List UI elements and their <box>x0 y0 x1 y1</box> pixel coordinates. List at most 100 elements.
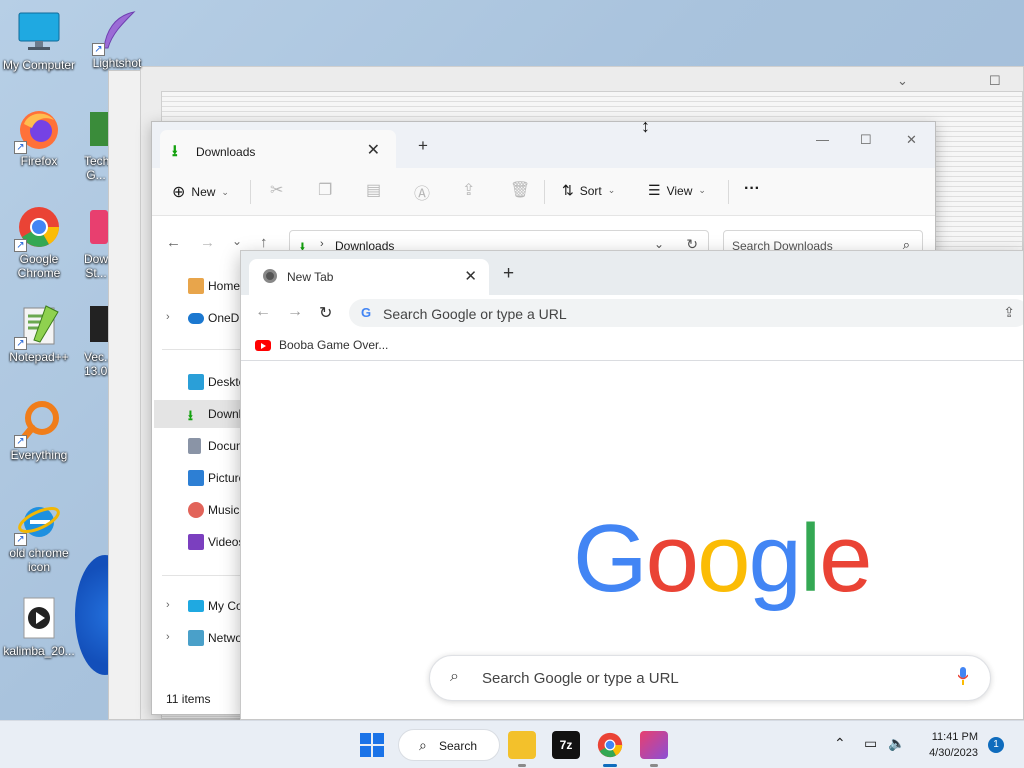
app-icon <box>84 302 108 348</box>
new-tab-button[interactable]: + <box>503 263 514 285</box>
item-count: 11 items <box>166 692 211 706</box>
desktop-icon-vector[interactable]: Vec... 13.0... <box>84 302 108 378</box>
cut-icon[interactable]: ✂ <box>270 180 283 200</box>
back-arrow-icon[interactable]: ← <box>166 234 181 251</box>
shortcut-arrow-icon: ↗ <box>92 43 105 56</box>
breadcrumb-chevron-icon[interactable]: › <box>320 238 324 250</box>
google-g-icon: G <box>361 305 372 320</box>
nav-item-videos[interactable]: Videos <box>154 528 246 556</box>
start-button[interactable] <box>360 733 384 757</box>
internet-explorer-icon: ↗ <box>14 498 62 546</box>
chrome-window[interactable]: New Tab ✕ + ← → ↻ G Search Google or typ… <box>240 250 1024 720</box>
back-arrow-icon[interactable]: ← <box>255 303 271 321</box>
tab-new-tab[interactable]: New Tab ✕ <box>249 259 489 295</box>
taskbar-file-explorer[interactable] <box>508 731 536 767</box>
desktop-icon-label: My Computer <box>2 58 76 72</box>
running-indicator <box>518 764 526 767</box>
desktop-icon-techpowerup[interactable]: TechPow... G... <box>84 106 108 182</box>
forward-arrow-icon[interactable]: → <box>287 303 303 321</box>
network-icon[interactable]: ▭ <box>864 735 877 752</box>
explorer-titlebar[interactable]: ⭳ Downloads ✕ + — ☐ ✕ <box>152 122 935 168</box>
chrome-icon: ↗ <box>14 204 62 252</box>
omnibox[interactable]: G Search Google or type a URL <box>349 299 1023 327</box>
copy-icon[interactable]: ❐ <box>318 180 332 200</box>
volume-icon[interactable]: 🔈 <box>888 735 905 752</box>
taskbar-download-studio[interactable] <box>640 731 668 767</box>
up-arrow-icon[interactable]: ↑ <box>260 234 268 251</box>
bookmark-label: Booba Game Over... <box>279 338 389 352</box>
new-button[interactable]: ⊕ New ⌄ <box>172 182 229 202</box>
taskbar-chrome[interactable] <box>596 731 624 767</box>
chevron-down-icon[interactable]: ⌄ <box>897 73 908 89</box>
system-clock[interactable]: 11:41 PM 4/30/2023 <box>918 729 978 761</box>
search-icon: ⌕ <box>450 668 459 685</box>
close-tab-icon[interactable]: ✕ <box>464 267 477 285</box>
maximize-button[interactable]: ☐ <box>860 132 872 148</box>
desktop-icon-notepad-plus-plus[interactable]: ↗ Notepad++ <box>0 302 78 364</box>
close-tab-icon[interactable]: ✕ <box>367 140 380 160</box>
microphone-icon[interactable] <box>958 667 968 685</box>
chrome-tab-strip[interactable]: New Tab ✕ + <box>241 251 1023 295</box>
shortcut-arrow-icon: ↗ <box>14 337 27 350</box>
desktop-icon-kalimba[interactable]: kalimba_20... <box>0 596 78 658</box>
nav-item-my-computer[interactable]: › My Computer <box>154 592 246 620</box>
bookmark-item[interactable]: Booba Game Over... <box>255 338 388 352</box>
share-icon[interactable]: ⇪ <box>1003 304 1015 321</box>
toolbar-divider <box>544 180 545 204</box>
explorer-tab-downloads[interactable]: ⭳ Downloads ✕ <box>160 130 396 168</box>
nav-item-desktop[interactable]: Desktop <box>154 368 246 396</box>
recent-locations-chevron-icon[interactable]: ⌄ <box>232 234 242 248</box>
tab-title: New Tab <box>287 270 334 284</box>
nav-item-home[interactable]: Home <box>154 272 246 300</box>
show-hidden-icons-chevron-icon[interactable]: ⌃ <box>834 735 846 752</box>
reload-icon[interactable]: ↻ <box>319 303 332 323</box>
tab-title: Downloads <box>196 145 256 159</box>
sort-button[interactable]: ⇅ Sort ⌄ <box>562 182 615 199</box>
new-button-label: New <box>191 185 216 199</box>
sort-button-label: Sort <box>579 183 602 198</box>
videos-icon <box>188 534 204 550</box>
close-window-button[interactable]: ✕ <box>906 132 917 148</box>
app-icon <box>84 106 108 152</box>
new-tab-button[interactable]: + <box>418 136 428 156</box>
desktop-icon-google-chrome[interactable]: ↗ Google Chrome <box>0 204 78 280</box>
nav-item-documents[interactable]: Documents <box>154 432 246 460</box>
explorer-command-bar: ⊕ New ⌄ ✂ ❐ ▤ Ⓐ ⇪ 🗑 ⇅ Sort ⌄ ☰ View ⌄ ··… <box>152 168 935 216</box>
share-icon[interactable]: ⇪ <box>462 180 475 200</box>
expand-chevron-icon[interactable]: › <box>166 599 170 611</box>
nav-item-network[interactable]: › Network <box>154 624 246 652</box>
nav-item-downloads[interactable]: ⭳ Downloads <box>154 400 246 428</box>
more-options-button[interactable]: ··· <box>744 180 760 198</box>
expand-chevron-icon[interactable]: › <box>166 311 170 323</box>
rename-icon[interactable]: Ⓐ <box>414 180 430 204</box>
forward-arrow-icon[interactable]: → <box>200 234 215 251</box>
address-dropdown-icon[interactable]: ⌄ <box>654 237 664 251</box>
notification-badge[interactable]: 1 <box>988 737 1004 753</box>
youtube-icon <box>255 339 271 351</box>
desktop-icon-label: Everything <box>10 448 68 462</box>
desktop-icon-everything[interactable]: ↗ Everything <box>0 400 78 462</box>
taskbar-search-button[interactable]: ⌕ Search <box>398 729 500 761</box>
desktop-icon-firefox[interactable]: ↗ Firefox <box>0 106 78 168</box>
taskbar-7zip[interactable]: 7z <box>552 731 580 759</box>
desktop-icon-old-chrome-icon[interactable]: ↗ old chrome icon <box>0 498 78 574</box>
paste-icon[interactable]: ▤ <box>366 180 381 200</box>
google-search-box[interactable]: ⌕ Search Google or type a URL <box>429 655 991 701</box>
maximize-icon[interactable]: ☐ <box>989 73 1001 89</box>
nav-item-onedrive[interactable]: › OneDrive <box>154 304 246 332</box>
nav-item-pictures[interactable]: Pictures <box>154 464 246 492</box>
expand-chevron-icon[interactable]: › <box>166 631 170 643</box>
chevron-down-icon: ⌄ <box>607 185 616 195</box>
desktop-icon-lightshot[interactable]: ↗ Lightshot <box>78 8 156 70</box>
desktop-icon-my-computer[interactable]: My Computer <box>0 10 78 72</box>
desktop-icon-download-studio[interactable]: Dow... St... <box>84 204 108 280</box>
delete-icon[interactable]: 🗑 <box>510 180 530 200</box>
view-button[interactable]: ☰ View ⌄ <box>648 182 706 199</box>
clock-time: 11:41 PM <box>931 731 978 743</box>
app-icon <box>84 204 108 250</box>
nav-item-music[interactable]: Music <box>154 496 246 524</box>
minimize-button[interactable]: — <box>816 132 829 147</box>
desktop-icon <box>188 374 204 390</box>
desktop: ⌄ ☐ My Computer ↗ Lightshot ↗ Firefox Te… <box>0 0 1024 720</box>
desktop-icon-label: Firefox <box>20 154 58 168</box>
